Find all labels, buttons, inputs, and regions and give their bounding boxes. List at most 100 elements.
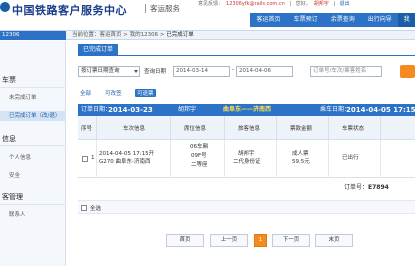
top-links: 意见反馈： 12306yfk@rails.com.cn | 您好， 胡邦宇 | 退出 (198, 0, 353, 7)
last-page-button[interactable]: 末页 (315, 234, 353, 247)
page-1-button[interactable]: 1 (254, 234, 267, 247)
feedback-email-link[interactable]: 12306yfk@rails.com.cn (226, 1, 285, 7)
filter-all[interactable]: 全部 (80, 89, 91, 97)
nav-my-12306[interactable]: 我 (398, 13, 415, 27)
table-row: 1 2014-04-05 17:15开 G270 曲阜东-济南西 06车厢 09… (78, 140, 415, 178)
nav-travel-guide[interactable]: 出行向导 (361, 13, 398, 27)
order-date: 2014-03-23 (108, 106, 153, 114)
seat-class: 二等座 (191, 162, 208, 168)
pagination: 首页 上一页 1 下一页 末页 (0, 234, 415, 248)
nav-book-tickets[interactable]: 车票预订 (287, 13, 324, 27)
tab-underline (78, 55, 415, 56)
order-passenger: 胡邦宇 (178, 106, 197, 113)
sidebar-divider (0, 87, 66, 88)
username-link[interactable]: 胡邦宇 (314, 1, 329, 7)
next-page-button[interactable]: 下一页 (272, 234, 310, 247)
top-separator: | (289, 1, 292, 7)
feedback-label: 意见反馈： (198, 1, 224, 7)
tab-finished-orders[interactable]: 已完成订单 (78, 44, 118, 55)
sidebar-item-security[interactable]: 安全 (0, 171, 66, 179)
column-header-passenger: 旅客信息 (238, 126, 261, 132)
train-departure: 2014-04-05 17:15开 (99, 151, 155, 157)
top-separator: | (333, 1, 336, 7)
sidebar-section-passengers: 客管理 (2, 193, 23, 201)
column-divider (276, 116, 277, 140)
sidebar-item-unfinished-orders[interactable]: 未完成订单 (0, 93, 66, 101)
greeting: 您好， (295, 1, 311, 7)
column-header-status: 车票状态 (342, 126, 365, 132)
select-all-label: 全选 (90, 206, 102, 212)
order-number-label: 订单号： (344, 184, 369, 191)
select-all-bar: 全选 (78, 200, 415, 214)
ticket-status: 已出行 (342, 155, 359, 161)
column-divider (96, 140, 97, 178)
passenger-id-type: 二代身份证 (233, 159, 261, 165)
start-date-input[interactable]: 2014-03-14 (173, 66, 230, 77)
passenger-name: 胡邦宇 (238, 151, 255, 157)
date-label: 查询日期 (144, 69, 167, 75)
column-divider (276, 140, 277, 178)
sidebar-item-personal-info[interactable]: 个人信息 (0, 153, 66, 161)
prev-page-button[interactable]: 上一页 (210, 234, 248, 247)
first-page-button[interactable]: 首页 (166, 234, 204, 247)
sidebar-divider (0, 204, 66, 205)
column-divider (96, 116, 97, 140)
order-number-value: E7894 (368, 184, 389, 191)
column-divider (328, 140, 329, 178)
order-route: 曲阜东——济南西 (223, 106, 272, 113)
order-number: 订单号：E7894 (344, 182, 389, 191)
railway-logo-icon (0, 2, 10, 12)
sidebar-divider (0, 145, 66, 146)
column-divider (224, 140, 225, 178)
sidebar-title: 12306 (0, 31, 66, 40)
site-title: 中国铁路客户服务中心 (12, 4, 127, 17)
sidebar-section-info: 信息 (2, 135, 16, 143)
train-number: G270 曲阜东-济南西 (99, 159, 151, 165)
sidebar-item-contacts[interactable]: 联系人 (0, 210, 66, 218)
nav-remaining-tickets[interactable]: 余票查询 (324, 13, 361, 27)
breadcrumb-my12306-link[interactable]: 我的12306 (130, 32, 159, 38)
column-header-train: 车次信息 (123, 126, 146, 132)
nav-home[interactable]: 客运首页 (250, 13, 287, 27)
breadcrumb: 当前位置：客运首页 > 我的12306 > 已完成订单 (72, 31, 194, 40)
search-row: 按订票日期查询 查询日期 2014-03-14 - 2014-04-06 订单号… (78, 65, 415, 78)
column-divider (380, 140, 381, 178)
date-range-dash: - (232, 67, 234, 73)
column-divider (380, 116, 381, 140)
breadcrumb-bar: 12306 当前位置：客运首页 > 我的12306 > 已完成订单 (0, 30, 415, 40)
order-date-label: 订单日期： (81, 106, 112, 113)
column-header-seat: 席位信息 (184, 126, 207, 132)
column-divider (170, 116, 171, 140)
select-all-checkbox[interactable] (81, 205, 87, 211)
ticket-type: 成人票 (292, 151, 309, 157)
column-header-price: 票款金额 (290, 126, 313, 132)
site-header: 中国铁路客户服务中心 客运服务 意见反馈： 12306yfk@rails.com.… (0, 0, 415, 30)
query-type-value: 按订票日期查询 (81, 68, 120, 74)
seat-number: 09F号 (191, 153, 207, 159)
order-header: 订单日期： 2014-03-23 胡邦宇 曲阜东——济南西 乘车日期： 2014… (78, 104, 415, 116)
breadcrumb-home-link[interactable]: 客运首页 (100, 32, 122, 38)
site-subtitle: 客运服务 (150, 4, 180, 13)
filter-changeable[interactable]: 可改签 (105, 89, 122, 97)
query-type-select[interactable]: 按订票日期查询 (78, 66, 140, 77)
sidebar-item-finished-orders[interactable]: 已完成订单（改/退） (0, 111, 66, 121)
keyword-input[interactable]: 订单号/车次/乘客姓名 (310, 66, 382, 77)
row-checkbox[interactable] (82, 156, 88, 162)
column-divider (328, 116, 329, 140)
sidebar-section-tickets: 车票 (2, 76, 16, 84)
breadcrumb-prefix: 当前位置： (72, 32, 100, 38)
search-button[interactable] (400, 65, 415, 78)
breadcrumb-current: 已完成订单 (166, 32, 194, 38)
orders-table-header: 序号 车次信息 席位信息 旅客信息 票款金额 车票状态 (78, 116, 415, 140)
title-divider (145, 4, 146, 13)
column-header-index: 序号 (81, 126, 93, 132)
column-divider (170, 140, 171, 178)
end-date-input[interactable]: 2014-04-06 (236, 66, 293, 77)
breadcrumb-separator: > (121, 32, 130, 38)
seat-car: 06车厢 (190, 144, 208, 150)
filter-refundable[interactable]: 可退票 (135, 89, 156, 97)
sidebar: 车票 未完成订单 已完成订单（改/退） 信息 个人信息 安全 客管理 联系人 (0, 41, 66, 266)
column-divider (224, 116, 225, 140)
logout-link[interactable]: 退出 (340, 1, 350, 7)
ticket-price: 59.5元 (292, 159, 310, 165)
